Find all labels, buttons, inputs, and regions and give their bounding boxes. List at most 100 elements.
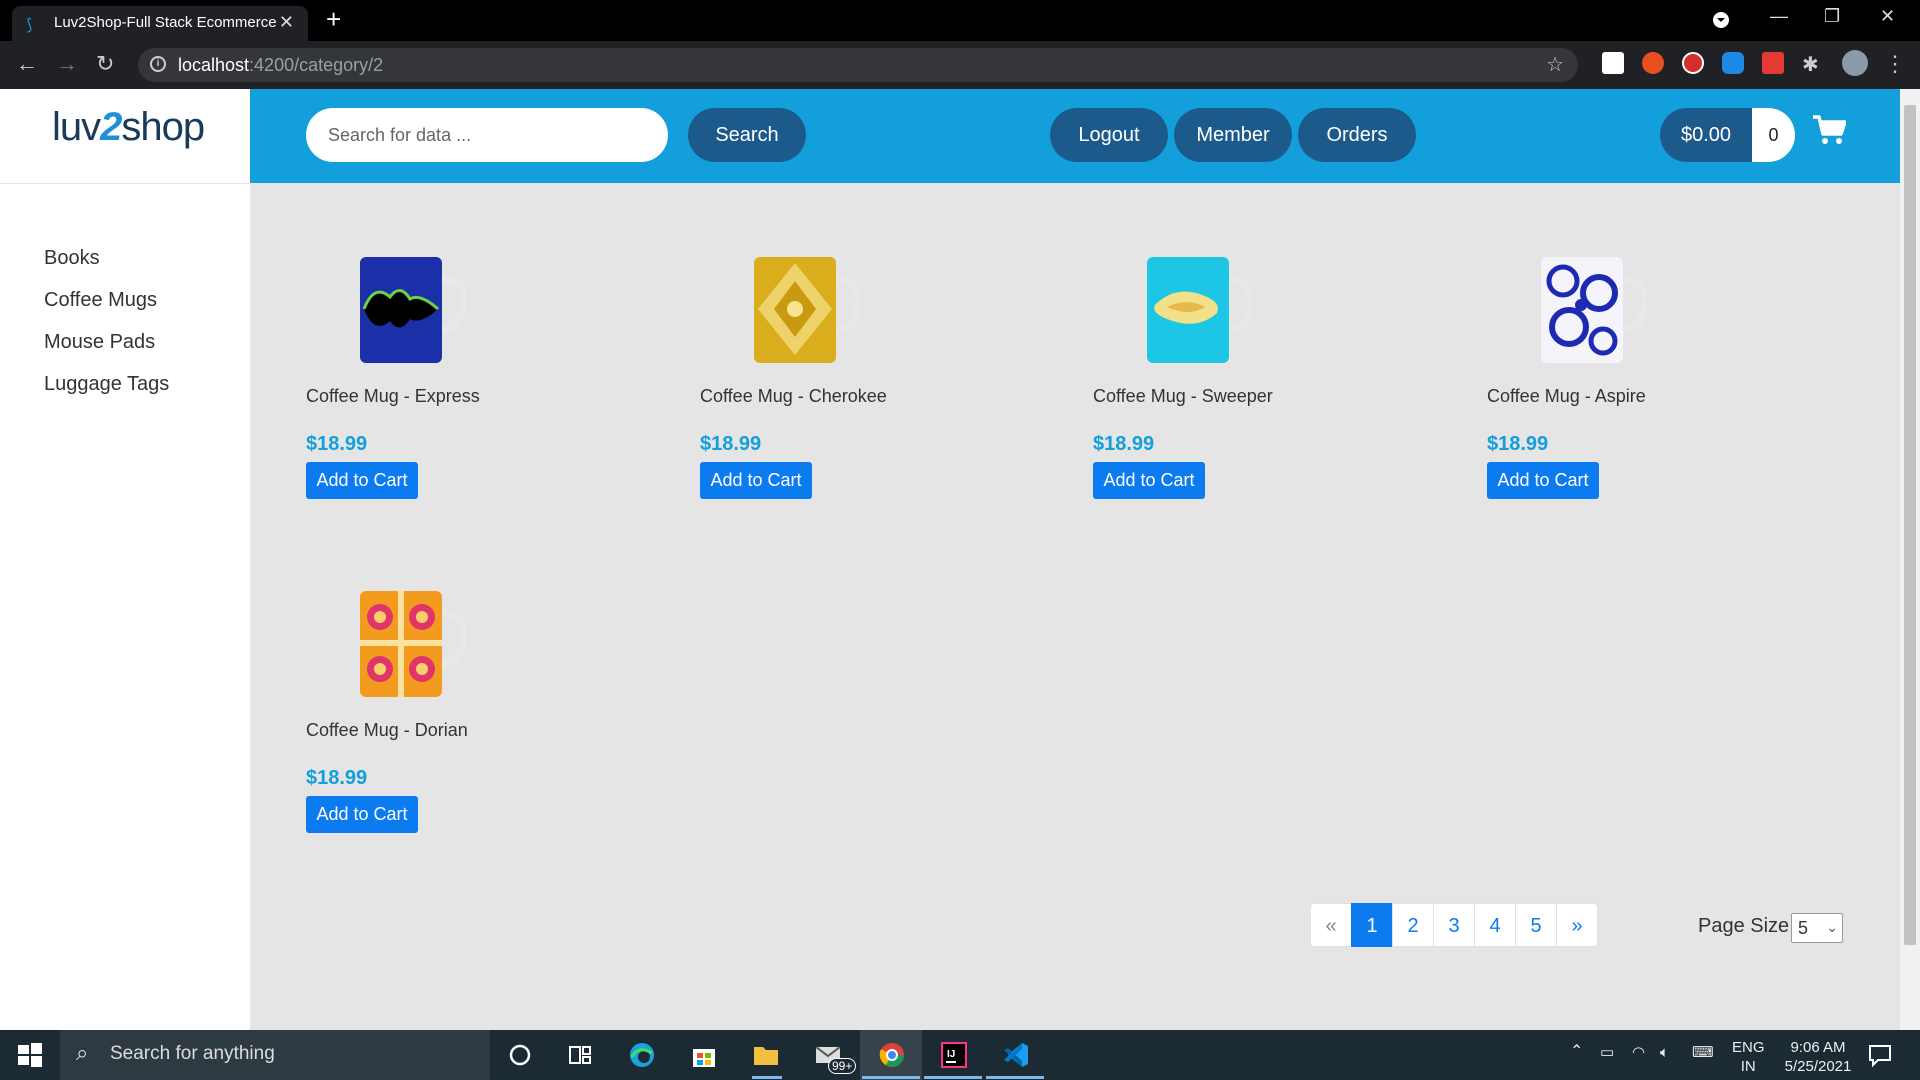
product-image-sweeper[interactable] bbox=[1137, 253, 1253, 365]
pocket-extension-icon[interactable] bbox=[1602, 52, 1624, 74]
pagination-prev[interactable]: « bbox=[1310, 903, 1352, 947]
pagination-next[interactable]: » bbox=[1556, 903, 1598, 947]
pagination-page-2[interactable]: 2 bbox=[1392, 903, 1434, 947]
sidebar: luv2shop Books Coffee Mugs Mouse Pads Lu… bbox=[0, 89, 250, 1030]
category-link-luggage-tags[interactable]: Luggage Tags bbox=[44, 363, 169, 405]
logo-area: luv2shop bbox=[0, 89, 250, 184]
task-view-icon[interactable] bbox=[566, 1041, 594, 1069]
file-explorer-icon[interactable] bbox=[752, 1041, 780, 1069]
product-price: $18.99 bbox=[306, 767, 368, 789]
add-to-cart-button[interactable]: Add to Cart bbox=[700, 462, 812, 499]
chrome-browser-icon[interactable] bbox=[878, 1041, 906, 1069]
browser-tab[interactable]: ⟆ Luv2Shop-Full Stack Ecommerce ✕ bbox=[12, 6, 308, 41]
search-input[interactable] bbox=[306, 108, 668, 162]
product-name[interactable]: Coffee Mug - Express bbox=[306, 386, 480, 407]
browser-menu-icon[interactable]: ⋮ bbox=[1884, 51, 1906, 77]
input-language[interactable]: ENG IN bbox=[1732, 1038, 1765, 1076]
window-close-icon[interactable]: ✕ bbox=[1880, 6, 1895, 27]
restore-icon[interactable]: ❐ bbox=[1824, 6, 1840, 27]
edge-browser-icon[interactable] bbox=[628, 1041, 656, 1069]
add-to-cart-button[interactable]: Add to Cart bbox=[306, 462, 418, 499]
active-app-indicator bbox=[986, 1076, 1044, 1079]
shopping-cart-icon[interactable] bbox=[1812, 115, 1846, 145]
address-bar[interactable]: i localhost:4200/category/2 ☆ bbox=[138, 48, 1578, 82]
forward-icon[interactable]: → bbox=[56, 51, 78, 77]
category-link-mouse-pads[interactable]: Mouse Pads bbox=[44, 321, 169, 363]
orders-button[interactable]: Orders bbox=[1298, 108, 1416, 162]
page-scrollbar[interactable] bbox=[1900, 89, 1920, 1030]
pagination-page-4[interactable]: 4 bbox=[1474, 903, 1516, 947]
scrollbar-thumb[interactable] bbox=[1904, 105, 1916, 945]
reload-icon[interactable]: ↻ bbox=[96, 51, 114, 77]
pagination-page-1[interactable]: 1 bbox=[1351, 903, 1393, 947]
clock-date: 5/25/2021 bbox=[1784, 1058, 1852, 1075]
microsoft-store-icon[interactable] bbox=[690, 1041, 718, 1069]
site-favicon-icon: ⟆ bbox=[26, 17, 33, 34]
category-link-coffee-mugs[interactable]: Coffee Mugs bbox=[44, 279, 169, 321]
add-to-cart-button[interactable]: Add to Cart bbox=[1093, 462, 1205, 499]
tray-chevron-up-icon[interactable]: ⌃ bbox=[1570, 1042, 1583, 1061]
product-name[interactable]: Coffee Mug - Aspire bbox=[1487, 386, 1646, 407]
product-price: $18.99 bbox=[306, 433, 368, 455]
clock-time: 9:06 AM bbox=[1790, 1039, 1846, 1056]
site-logo[interactable]: luv2shop bbox=[52, 105, 205, 150]
search-button[interactable]: Search bbox=[688, 108, 806, 162]
battery-icon[interactable]: ▭ bbox=[1600, 1043, 1614, 1062]
add-to-cart-button[interactable]: Add to Cart bbox=[306, 796, 418, 833]
product-image-dorian[interactable] bbox=[350, 587, 466, 699]
product-image-aspire[interactable] bbox=[1531, 253, 1647, 365]
product-image-cherokee[interactable] bbox=[744, 253, 860, 365]
bookmark-star-icon[interactable]: ☆ bbox=[1546, 52, 1564, 77]
product-image-express[interactable] bbox=[350, 253, 466, 365]
product-name[interactable]: Coffee Mug - Sweeper bbox=[1093, 386, 1273, 407]
volume-icon[interactable]: 🔈︎ bbox=[1660, 1043, 1669, 1062]
cortana-icon[interactable] bbox=[506, 1041, 534, 1069]
profile-avatar[interactable] bbox=[1842, 50, 1868, 76]
vscode-icon[interactable] bbox=[1002, 1041, 1030, 1069]
taskbar-search-text: Search for anything bbox=[110, 1043, 275, 1064]
minimize-icon[interactable]: — bbox=[1770, 6, 1788, 27]
close-tab-icon[interactable]: ✕ bbox=[279, 12, 294, 33]
wifi-icon[interactable]: ◠ bbox=[1632, 1043, 1645, 1062]
extensions-puzzle-icon[interactable]: ✱ bbox=[1802, 52, 1819, 77]
cart-total-price: $0.00 bbox=[1660, 108, 1752, 162]
tab-title: Luv2Shop-Full Stack Ecommerce bbox=[54, 14, 277, 31]
site-header: Search Logout Member Orders $0.00 0 bbox=[250, 89, 1900, 183]
notification-center-icon[interactable] bbox=[1866, 1041, 1894, 1069]
shield-extension-icon[interactable] bbox=[1682, 52, 1704, 74]
windows-taskbar: ⌕ Search for anything 99+ IJ ⌃ ▭ ◠ 🔈︎ ⌨ … bbox=[0, 1030, 1920, 1080]
windows-start-icon[interactable] bbox=[16, 1041, 44, 1069]
browser-tab-strip: ⟆ Luv2Shop-Full Stack Ecommerce ✕ + — ❐ … bbox=[0, 0, 1920, 41]
keyboard-icon[interactable]: ⌨ bbox=[1692, 1043, 1714, 1062]
browser-toolbar: ← → ↻ i localhost:4200/category/2 ☆ ✱ ⋮ bbox=[0, 41, 1920, 89]
fire-extension-icon[interactable] bbox=[1642, 52, 1664, 74]
profile-dropdown-icon[interactable] bbox=[1712, 11, 1730, 29]
site-info-icon[interactable]: i bbox=[150, 56, 166, 72]
back-icon[interactable]: ← bbox=[16, 51, 38, 77]
member-button[interactable]: Member bbox=[1174, 108, 1292, 162]
pagination-page-5[interactable]: 5 bbox=[1515, 903, 1557, 947]
clock[interactable]: 9:06 AM 5/25/2021 bbox=[1776, 1038, 1860, 1076]
new-tab-icon[interactable]: + bbox=[326, 4, 341, 35]
add-to-cart-button[interactable]: Add to Cart bbox=[1487, 462, 1599, 499]
intellij-idea-icon[interactable]: IJ bbox=[940, 1041, 968, 1069]
product-price: $18.99 bbox=[700, 433, 762, 455]
cart-status[interactable]: $0.00 0 bbox=[1660, 108, 1795, 162]
logout-button[interactable]: Logout bbox=[1050, 108, 1168, 162]
pagination-page-3[interactable]: 3 bbox=[1433, 903, 1475, 947]
product-name[interactable]: Coffee Mug - Dorian bbox=[306, 720, 468, 741]
page-size-label: Page Size bbox=[1698, 915, 1790, 937]
product-price: $18.99 bbox=[1093, 433, 1155, 455]
page-size-value: 5 bbox=[1798, 918, 1809, 938]
mail-badge: 99+ bbox=[828, 1058, 857, 1074]
svg-text:IJ: IJ bbox=[947, 1049, 955, 1060]
language-code: ENG bbox=[1732, 1039, 1765, 1056]
active-app-indicator bbox=[862, 1076, 920, 1079]
bubble-extension-icon[interactable] bbox=[1722, 52, 1744, 74]
category-link-books[interactable]: Books bbox=[44, 237, 169, 279]
product-name[interactable]: Coffee Mug - Cherokee bbox=[700, 386, 887, 407]
taskbar-search-box[interactable]: ⌕ Search for anything bbox=[60, 1030, 490, 1080]
box-extension-icon[interactable] bbox=[1762, 52, 1784, 74]
active-app-indicator bbox=[752, 1076, 782, 1079]
page-size-select[interactable]: 5 ⌄ bbox=[1791, 913, 1843, 943]
